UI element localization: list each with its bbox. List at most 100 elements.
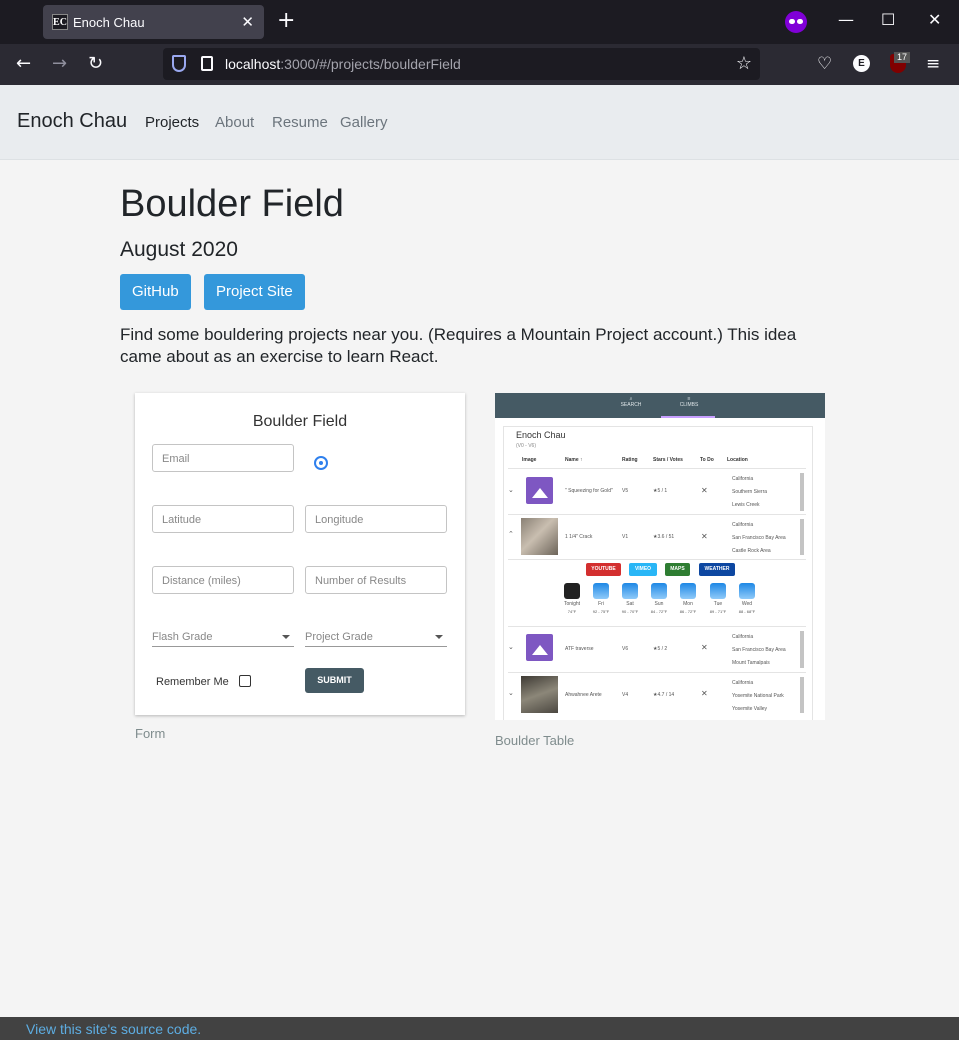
reload-button[interactable]: ↻ bbox=[88, 53, 103, 74]
star-icon[interactable]: ☆ bbox=[736, 53, 752, 74]
weather-day: Sat 90 - 70°F bbox=[620, 583, 640, 614]
row-loc-region: Yosemite National Park bbox=[732, 693, 784, 699]
weather-temp: 89 - 71°F bbox=[709, 609, 727, 614]
location-icon bbox=[314, 456, 328, 470]
source-code-link[interactable]: View this site's source code. bbox=[26, 1021, 201, 1037]
weather-day: Tonight 74°F bbox=[562, 583, 582, 614]
browser-tab[interactable]: EC Enoch Chau ✕ bbox=[43, 5, 264, 39]
row-loc-region: San Francisco Bay Area bbox=[732, 535, 786, 541]
row-scrollbar bbox=[800, 631, 804, 668]
weather-cloud-icon bbox=[680, 583, 696, 599]
search-tab-label: SEARCH bbox=[620, 402, 642, 408]
caret-down-icon bbox=[282, 635, 290, 639]
url-text[interactable]: localhost:3000/#/projects/boulderField bbox=[225, 56, 461, 72]
chevron-down-icon: ⌄ bbox=[508, 689, 514, 697]
weather-sun-icon bbox=[739, 583, 755, 599]
back-button[interactable]: ← bbox=[16, 53, 31, 74]
climb-photo bbox=[521, 676, 558, 713]
github-button[interactable]: GitHub bbox=[120, 274, 191, 310]
row-name: 1 1/4" Crack bbox=[565, 534, 593, 540]
forward-button[interactable]: → bbox=[52, 53, 67, 74]
weather-sun-icon bbox=[622, 583, 638, 599]
row-rating: V5 bbox=[622, 488, 629, 494]
weather-day: Wed 88 - 68°F bbox=[737, 583, 757, 614]
form-caption: Form bbox=[135, 726, 166, 741]
table-subtitle: (V0 - V6) bbox=[516, 443, 537, 449]
weather-chip: WEATHER bbox=[699, 563, 735, 576]
site-brand[interactable]: Enoch Chau bbox=[17, 110, 127, 133]
remember-checkbox bbox=[239, 675, 251, 687]
maximize-button[interactable]: ☐ bbox=[881, 10, 895, 29]
url-bar[interactable]: localhost:3000/#/projects/boulderField ☆ bbox=[163, 48, 760, 80]
row-loc-region: Southern Sierra bbox=[732, 489, 768, 495]
climbs-tab: ≡ CLIMBS bbox=[674, 396, 704, 408]
nav-link-projects[interactable]: Projects bbox=[145, 114, 199, 131]
form-screenshot: Boulder Field Email Latitude Longitude D… bbox=[135, 393, 465, 715]
weather-day-label: Tonight bbox=[563, 601, 581, 607]
weather-day: Mon 86 - 72°F bbox=[678, 583, 698, 614]
account-icon[interactable]: E bbox=[853, 55, 870, 72]
chevron-down-icon: ⌄ bbox=[508, 486, 514, 494]
shield-icon[interactable] bbox=[172, 55, 186, 72]
row-divider bbox=[508, 626, 806, 627]
url-host: localhost bbox=[225, 56, 281, 72]
pocket-icon[interactable]: ♡ bbox=[817, 54, 832, 74]
row-scrollbar bbox=[800, 473, 804, 511]
header-stars: Stars / Votes bbox=[653, 457, 683, 463]
weather-temp: 90 - 70°F bbox=[621, 609, 639, 614]
private-mode-icon bbox=[785, 11, 807, 33]
chevron-up-icon: ⌃ bbox=[508, 530, 514, 538]
new-tab-button[interactable]: + bbox=[277, 9, 295, 33]
row-loc-state: California bbox=[732, 680, 754, 686]
search-tab: ⌕ SEARCH bbox=[616, 396, 646, 408]
todo-icon: ✕ bbox=[701, 486, 708, 495]
row-name: " Squeezing for Gold" bbox=[565, 488, 613, 494]
site-navbar: Enoch Chau Projects About Resume Gallery bbox=[0, 85, 959, 160]
browser-toolbar: ← → ↻ localhost:3000/#/projects/boulderF… bbox=[0, 44, 959, 85]
page-icon[interactable] bbox=[201, 56, 213, 71]
weather-day: Sun 84 - 72°F bbox=[649, 583, 669, 614]
results-field: Number of Results bbox=[305, 566, 447, 594]
weather-day-label: Sat bbox=[626, 601, 634, 607]
row-stars: ★5 / 2 bbox=[653, 646, 668, 652]
weather-temp: 88 - 68°F bbox=[738, 609, 756, 614]
climbs-tab-label: CLIMBS bbox=[679, 402, 699, 408]
nav-link-gallery[interactable]: Gallery bbox=[340, 114, 388, 131]
row-loc-area: Mount Tamalpais bbox=[732, 660, 770, 666]
flash-grade-label: Flash Grade bbox=[152, 631, 213, 643]
weather-day: Tue 89 - 71°F bbox=[708, 583, 728, 614]
minimize-button[interactable]: — bbox=[838, 10, 854, 29]
form-title: Boulder Field bbox=[252, 413, 348, 430]
row-stars: ★4.7 / 14 bbox=[653, 692, 675, 698]
menu-icon[interactable]: ≡ bbox=[926, 54, 940, 74]
row-scrollbar bbox=[800, 677, 804, 713]
remember-label: Remember Me bbox=[156, 676, 229, 688]
weather-day-label: Tue bbox=[713, 601, 723, 607]
row-loc-area: Castle Rock Area bbox=[732, 548, 771, 554]
project-site-button[interactable]: Project Site bbox=[204, 274, 305, 310]
header-todo: To Do bbox=[700, 457, 714, 463]
image-placeholder-icon bbox=[526, 634, 553, 661]
weather-temp: 92 - 75°F bbox=[592, 609, 610, 614]
header-name: Name ↑ bbox=[565, 457, 583, 463]
row-divider bbox=[508, 559, 806, 560]
weather-day-label: Wed bbox=[741, 601, 753, 607]
table-screenshot: ⌕ SEARCH ≡ CLIMBS Enoch Chau (V0 - V6) Ima… bbox=[495, 393, 825, 720]
nav-link-resume[interactable]: Resume bbox=[272, 114, 328, 131]
row-rating: V1 bbox=[622, 534, 629, 540]
ublock-badge: 17 bbox=[894, 52, 910, 63]
weather-temp: 84 - 72°F bbox=[650, 609, 668, 614]
close-tab-icon[interactable]: ✕ bbox=[241, 13, 254, 31]
todo-icon: ✕ bbox=[701, 689, 708, 698]
row-loc-area: Lewis Creek bbox=[732, 502, 760, 508]
caret-down-icon bbox=[435, 635, 443, 639]
row-divider bbox=[508, 672, 806, 673]
table-title: Enoch Chau bbox=[516, 430, 566, 440]
header-location: Location bbox=[727, 457, 748, 463]
row-stars: ★5 / 1 bbox=[653, 488, 668, 494]
header-rating: Rating bbox=[622, 457, 638, 463]
row-divider bbox=[508, 468, 806, 469]
footer: View this site's source code. bbox=[0, 1017, 959, 1040]
window-close-button[interactable]: ✕ bbox=[928, 10, 941, 29]
nav-link-about[interactable]: About bbox=[215, 114, 254, 131]
